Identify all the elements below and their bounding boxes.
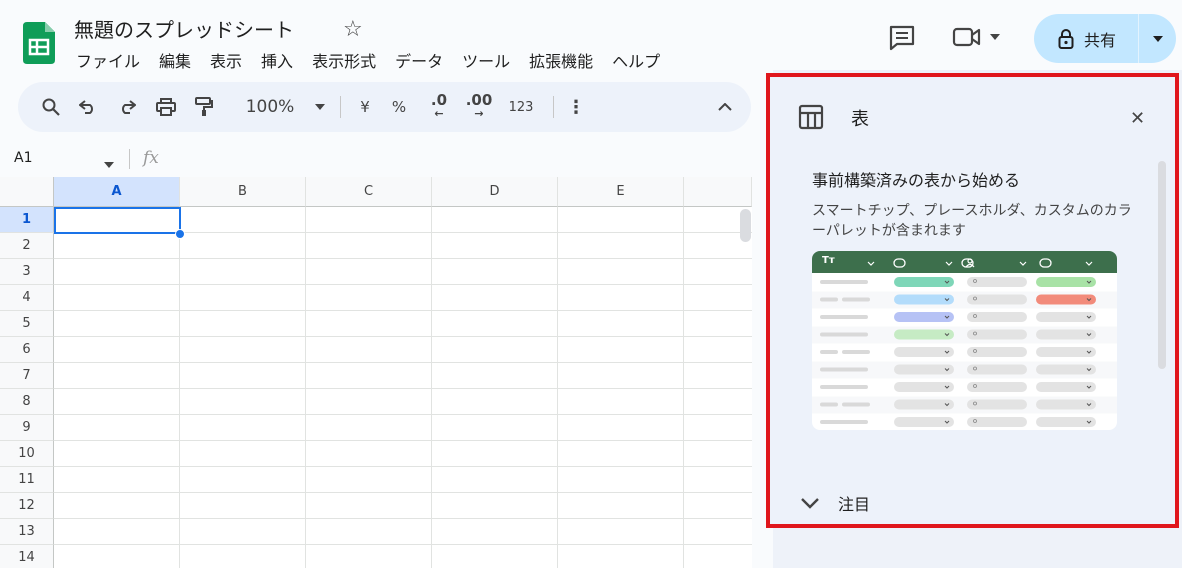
chevron-down-icon[interactable]	[310, 91, 330, 123]
decrease-decimal-label: .0	[430, 91, 448, 109]
row-header[interactable]: 11	[0, 467, 54, 493]
vertical-scrollbar[interactable]	[740, 209, 751, 242]
percent-format-button[interactable]: %	[379, 91, 419, 123]
spreadsheet-grid[interactable]: ABCDE 1 2 3 4 5 6 7 8 9 10 11 12 13 14	[0, 177, 752, 568]
fill-handle[interactable]	[175, 229, 185, 239]
row-header[interactable]: 1	[0, 207, 54, 233]
row-header[interactable]: 14	[0, 545, 54, 568]
row-header[interactable]: 3	[0, 259, 54, 285]
menu-bar: ファイル 編集 表示 挿入 表示形式 データ ツール 拡張機能 ヘルプ	[76, 48, 679, 72]
share-label: 共有	[1084, 30, 1117, 50]
table-icon	[798, 104, 824, 134]
row-header[interactable]: 8	[0, 389, 54, 415]
close-icon[interactable]: ✕	[1130, 108, 1145, 129]
zoom-value: 100%	[245, 97, 295, 117]
row-header[interactable]: 4	[0, 285, 54, 311]
print-icon[interactable]	[146, 91, 186, 123]
share-dropdown[interactable]	[1139, 35, 1176, 42]
increase-decimal-button[interactable]: .00 →	[459, 91, 499, 123]
menu-view[interactable]: 表示	[210, 48, 242, 72]
column-header[interactable]: B	[180, 177, 306, 207]
menu-format[interactable]: 表示形式	[312, 48, 376, 72]
row-header[interactable]: 9	[0, 415, 54, 441]
chevron-down-icon	[801, 498, 819, 509]
menu-help[interactable]: ヘルプ	[612, 48, 660, 72]
more-options-icon[interactable]: ⋮	[564, 91, 588, 123]
video-camera-icon	[952, 27, 981, 47]
comments-icon[interactable]	[888, 25, 916, 55]
undo-icon[interactable]	[68, 91, 108, 123]
column-header[interactable]: A	[54, 177, 180, 207]
card-title[interactable]: 事前構築済みの表から始める	[812, 167, 1020, 191]
search-menus-icon[interactable]	[34, 91, 68, 123]
row-header[interactable]: 2	[0, 233, 54, 259]
column-header[interactable]	[684, 177, 752, 207]
row-header[interactable]: 10	[0, 441, 54, 467]
row-header[interactable]: 6	[0, 337, 54, 363]
panel-scrollbar[interactable]	[1158, 161, 1166, 369]
menu-tools[interactable]: ツール	[462, 48, 510, 72]
table-template-preview[interactable]: Tт	[812, 251, 1117, 430]
menu-insert[interactable]: 挿入	[261, 48, 293, 72]
lock-icon	[1058, 28, 1074, 49]
fx-icon: fx	[143, 148, 159, 168]
row-header[interactable]: 7	[0, 363, 54, 389]
share-button-group: 共有	[1034, 14, 1176, 63]
panel-title: 表	[851, 109, 869, 130]
notes-label: 注目	[838, 495, 871, 514]
paint-format-icon[interactable]	[186, 91, 222, 123]
card-description: スマートチップ、プレースホルダ、カスタムのカラーパレットが含まれます	[812, 203, 1132, 239]
active-cell[interactable]	[54, 207, 181, 234]
increase-decimal-label: .00	[465, 91, 493, 109]
chevron-down-icon[interactable]	[104, 153, 114, 172]
select-all-corner[interactable]	[0, 177, 54, 207]
toolbar: 100% ¥ % .0 ← .00 → 123 ⋮	[18, 82, 751, 132]
zoom-select[interactable]: 100%	[230, 91, 310, 123]
redo-icon[interactable]	[108, 91, 146, 123]
collapse-toolbar-icon[interactable]	[710, 91, 740, 123]
arrow-right-icon: →	[474, 107, 484, 120]
chevron-down-icon	[990, 34, 1000, 40]
share-button[interactable]: 共有	[1034, 14, 1138, 63]
arrow-left-icon: ←	[434, 107, 444, 120]
notes-section-toggle[interactable]: 注目	[800, 491, 870, 515]
menu-extensions[interactable]: 拡張機能	[529, 48, 593, 72]
name-box[interactable]: A1	[14, 150, 32, 166]
menu-file[interactable]: ファイル	[76, 48, 140, 72]
sheets-logo-icon[interactable]	[23, 22, 55, 64]
row-header[interactable]: 12	[0, 493, 54, 519]
star-icon[interactable]: ☆	[343, 17, 363, 42]
menu-edit[interactable]: 編集	[159, 48, 191, 72]
column-header[interactable]: D	[432, 177, 558, 207]
row-header[interactable]: 13	[0, 519, 54, 545]
document-title[interactable]: 無題のスプレッドシート	[74, 14, 294, 43]
column-header[interactable]: E	[558, 177, 684, 207]
decrease-decimal-button[interactable]: .0 ←	[419, 91, 459, 123]
meet-button[interactable]	[952, 26, 1000, 48]
column-header[interactable]: C	[306, 177, 432, 207]
preview-table-graphic	[812, 258, 1117, 427]
currency-format-button[interactable]: ¥	[351, 91, 379, 123]
chevron-down-icon	[1152, 35, 1163, 42]
menu-data[interactable]: データ	[395, 48, 443, 72]
row-header[interactable]: 5	[0, 311, 54, 337]
number-format-button[interactable]: 123	[499, 91, 543, 123]
